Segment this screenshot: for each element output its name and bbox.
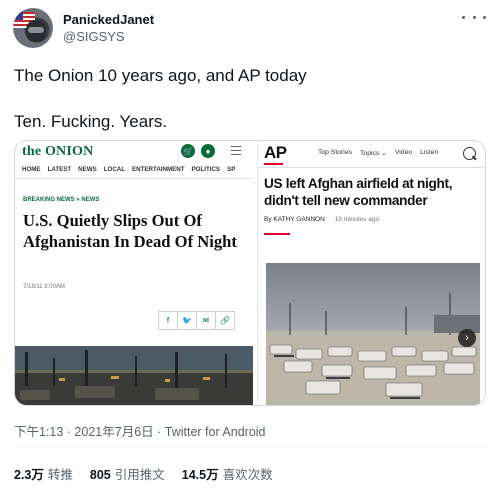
more-options-icon[interactable] xyxy=(462,10,486,24)
email-icon: ✉ xyxy=(196,311,216,330)
user-icon: ● xyxy=(201,144,215,158)
category-news: NEWS xyxy=(81,197,100,203)
onion-header-icons: 🛒 ● xyxy=(181,144,215,158)
tweet-text-line-2: Ten. Fucking. Years. xyxy=(14,112,168,131)
quotes-stat[interactable]: 805 引用推文 xyxy=(90,464,165,483)
onion-screenshot[interactable]: the ONION 🛒 ● HOME LATEST NEWS LOCAL ENT… xyxy=(15,141,253,405)
onion-headline: U.S. Quietly Slips Out Of Afghanistan In… xyxy=(23,211,237,251)
onion-nav-item: POLITICS xyxy=(191,166,221,173)
link-icon: 🔗 xyxy=(215,311,235,330)
tweet-media[interactable]: the ONION 🛒 ● HOME LATEST NEWS LOCAL ENT… xyxy=(14,140,486,406)
tweet-text-line-1: The Onion 10 years ago, and AP today xyxy=(14,66,307,85)
ap-logo: AP xyxy=(264,143,287,162)
author-handle[interactable]: @SIGSYS xyxy=(63,29,125,44)
airfield-vehicles-image xyxy=(266,263,480,405)
next-image-button[interactable]: › xyxy=(458,329,476,347)
onion-nav-item: LATEST xyxy=(47,166,72,173)
ap-photo: › xyxy=(266,263,480,405)
author-display-name[interactable]: PanickedJanet xyxy=(63,12,154,27)
likes-count: 14.5万 xyxy=(181,468,219,482)
retweets-label: 转推 xyxy=(47,468,73,482)
ap-nav-item: Top Stories xyxy=(318,149,353,156)
ap-screenshot[interactable]: AP Top Stories Topics ⌄ Video Listen US … xyxy=(257,141,485,405)
ap-headline: US left Afghan airfield at night, didn't… xyxy=(264,176,453,208)
twitter-icon: 🐦 xyxy=(177,311,197,330)
divider xyxy=(15,178,253,179)
tweet-card: PanickedJanet @SIGSYS The Onion 10 years… xyxy=(0,0,500,496)
category-separator: » xyxy=(76,197,80,203)
tweet-timestamp[interactable]: 下午1:13 · 2021年7月6日 · Twitter for Android xyxy=(14,421,266,440)
night-airfield-image xyxy=(15,346,253,405)
ap-nav-item: Topics ⌄ xyxy=(360,150,387,157)
ap-nav-item: Listen xyxy=(420,149,439,156)
divider xyxy=(14,446,486,447)
quotes-count: 805 xyxy=(89,468,111,482)
onion-photo xyxy=(15,346,253,405)
onion-category: BREAKING NEWS » NEWS xyxy=(23,197,99,203)
likes-label: 喜欢次数 xyxy=(222,468,273,482)
quotes-label: 引用推文 xyxy=(114,468,165,482)
retweets-count: 2.3万 xyxy=(14,468,44,482)
ap-byline-author: By KATHY GANNON xyxy=(264,216,325,223)
onion-nav-item: ENTERTAINMENT xyxy=(132,166,185,173)
engagement-stats: 2.3万 转推 805 引用推文 14.5万 喜欢次数 xyxy=(14,464,273,483)
onion-date: 7/18/11 8:00AM xyxy=(23,284,65,290)
onion-nav: HOME LATEST NEWS LOCAL ENTERTAINMENT POL… xyxy=(22,166,235,173)
onion-logo: the ONION xyxy=(22,144,94,159)
share-buttons: f 🐦 ✉ 🔗 xyxy=(158,311,235,330)
category-breaking: BREAKING NEWS xyxy=(23,197,75,203)
onion-nav-item: NEWS xyxy=(78,166,97,173)
ap-nav: Top Stories Topics ⌄ Video Listen xyxy=(318,149,438,157)
ap-byline: By KATHY GANNON 19 minutes ago xyxy=(264,216,379,223)
retweets-stat[interactable]: 2.3万 转推 xyxy=(14,464,73,483)
avatar[interactable] xyxy=(13,8,53,48)
search-icon xyxy=(463,147,476,160)
onion-nav-item: LOCAL xyxy=(103,166,126,173)
ap-accent-bar xyxy=(264,233,290,235)
cart-icon: 🛒 xyxy=(181,144,195,158)
ap-byline-time: 19 minutes ago xyxy=(334,216,380,223)
ap-nav-item: Video xyxy=(394,149,413,156)
facebook-icon: f xyxy=(158,311,178,330)
likes-stat[interactable]: 14.5万 喜欢次数 xyxy=(182,464,273,483)
divider xyxy=(258,167,485,168)
menu-icon xyxy=(231,146,241,155)
onion-nav-item: SP xyxy=(227,166,236,173)
onion-nav-item: HOME xyxy=(22,166,41,173)
